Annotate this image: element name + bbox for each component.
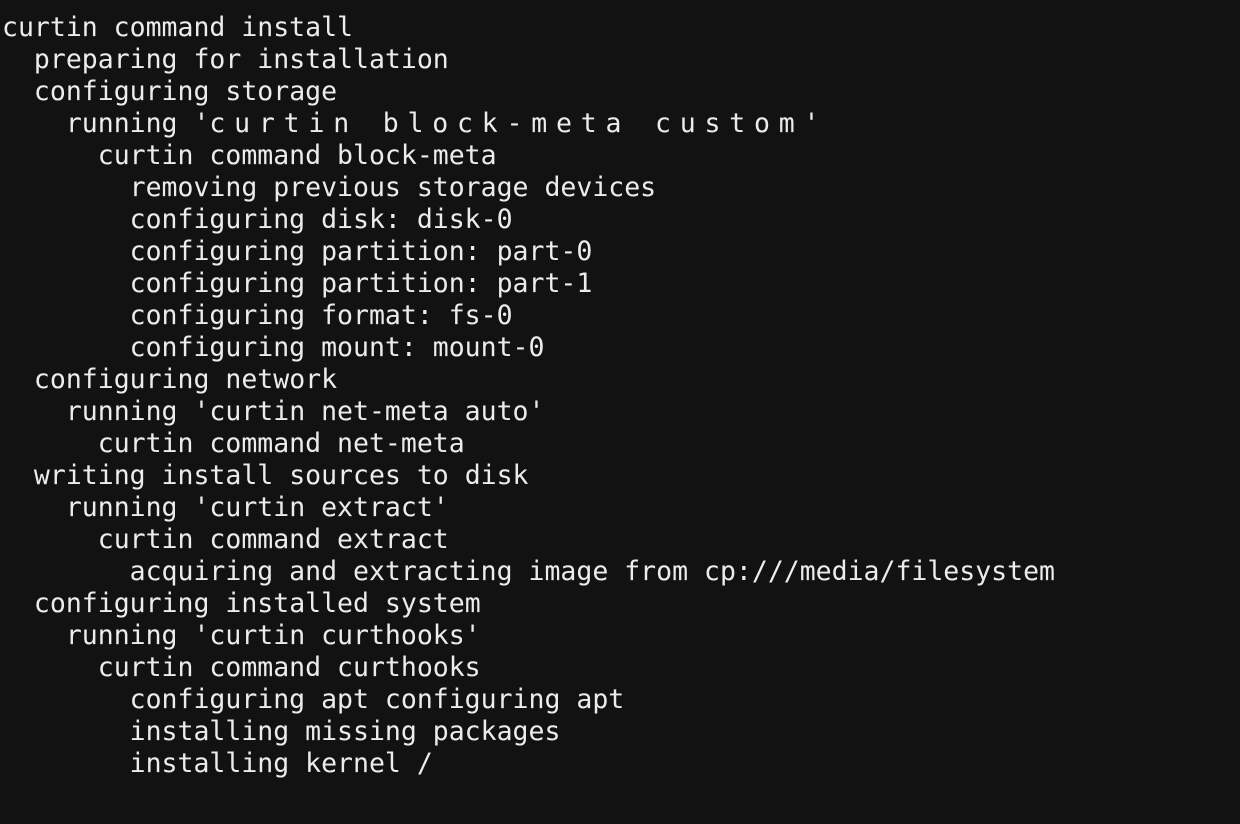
log-line: configuring apt configuring apt <box>2 684 1238 716</box>
line-text: writing install sources to disk <box>33 460 529 491</box>
log-line: removing previous storage devices <box>2 172 1238 204</box>
log-line: acquiring and extracting image from cp:/… <box>2 556 1238 588</box>
log-line: preparing for installation <box>2 44 1238 76</box>
line-text: removing previous storage devices <box>129 172 657 203</box>
line-text: configuring installed system <box>33 588 481 619</box>
line-text: configuring format: fs-0 <box>129 300 513 331</box>
line-text: curtin command curthooks <box>97 652 481 683</box>
log-line: curtin command extract <box>2 524 1238 556</box>
log-line: curtin command net-meta <box>2 428 1238 460</box>
line-text: installing missing packages <box>129 716 561 747</box>
log-line: running 'curtin net-meta auto' <box>2 396 1238 428</box>
line-text: curtin command block-meta <box>97 140 497 171</box>
log-line: configuring mount: mount-0 <box>2 332 1238 364</box>
log-line: configuring partition: part-0 <box>2 236 1238 268</box>
line-text: acquiring and extracting image from cp:/… <box>129 556 1055 587</box>
line-prefix: running ' <box>65 108 210 139</box>
line-text: configuring partition: part-1 <box>129 268 593 299</box>
line-text: preparing for installation <box>33 44 449 75</box>
line-text: curtin command extract <box>97 524 449 555</box>
line-spaced-text: curtin block-meta custom <box>209 108 804 139</box>
line-text: installing kernel / <box>129 748 433 779</box>
line-suffix: ' <box>803 108 820 139</box>
log-line: installing kernel / <box>2 748 1238 780</box>
line-text: running 'curtin net-meta auto' <box>65 396 545 427</box>
line-text: curtin command net-meta <box>97 428 465 459</box>
log-line: configuring disk: disk-0 <box>2 204 1238 236</box>
log-line: installing missing packages <box>2 716 1238 748</box>
line-text: configuring apt configuring apt <box>129 684 625 715</box>
log-line: configuring installed system <box>2 588 1238 620</box>
line-text: configuring partition: part-0 <box>129 236 593 267</box>
line-text: configuring disk: disk-0 <box>129 204 513 235</box>
line-text: configuring storage <box>33 76 338 107</box>
log-line: curtin command block-meta <box>2 140 1238 172</box>
log-line: configuring network <box>2 364 1238 396</box>
terminal-output: curtin command install preparing for ins… <box>2 12 1238 812</box>
log-line: configuring storage <box>2 76 1238 108</box>
line-text: curtin command install <box>2 12 353 43</box>
line-text: running 'curtin curthooks' <box>65 620 481 651</box>
log-line: configuring format: fs-0 <box>2 300 1238 332</box>
log-line: curtin command curthooks <box>2 652 1238 684</box>
log-line: configuring partition: part-1 <box>2 268 1238 300</box>
line-text: configuring network <box>33 364 338 395</box>
log-line: running 'curtin block-meta custom' <box>2 108 1238 140</box>
log-line: writing install sources to disk <box>2 460 1238 492</box>
line-text: configuring mount: mount-0 <box>129 332 545 363</box>
log-line: curtin command install <box>2 12 1238 44</box>
line-text: running 'curtin extract' <box>65 492 449 523</box>
log-line: running 'curtin curthooks' <box>2 620 1238 652</box>
log-line: running 'curtin extract' <box>2 492 1238 524</box>
